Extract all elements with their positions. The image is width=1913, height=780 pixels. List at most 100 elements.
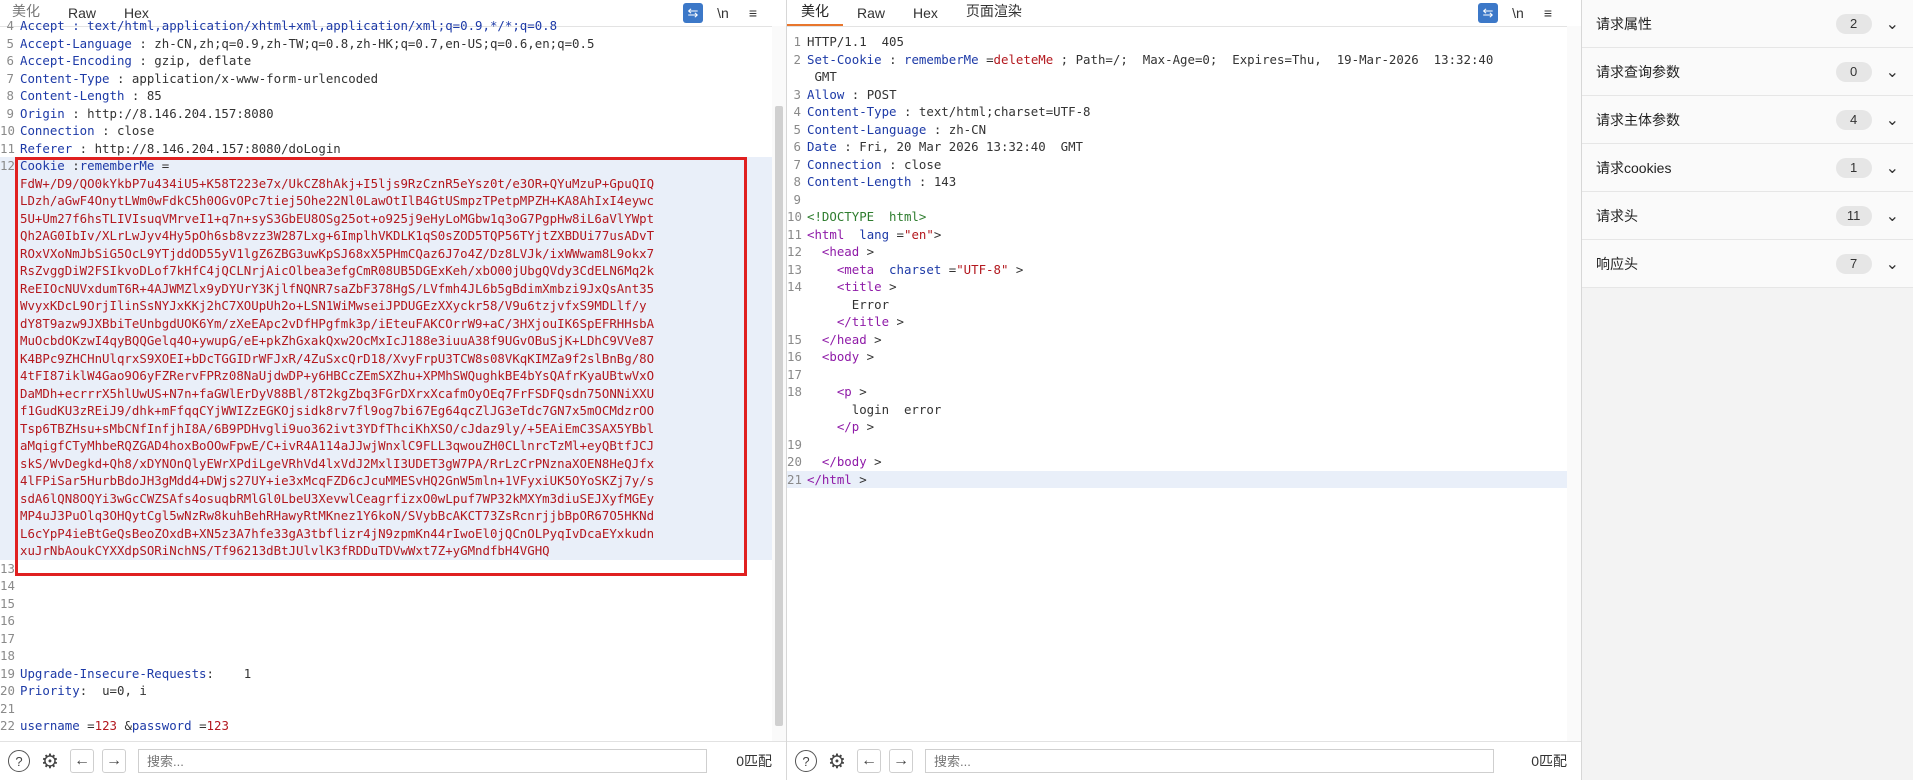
- code-token: Content-Type: [807, 104, 897, 119]
- line-number: 11: [787, 226, 802, 242]
- line-number: [0, 175, 20, 193]
- code-line: 12 Cookie :rememberMe =: [0, 157, 786, 175]
- code-token: Date: [807, 139, 837, 154]
- line-number: [0, 455, 20, 473]
- code-token: : close: [881, 156, 942, 172]
- code-token: <title: [807, 279, 882, 294]
- chevron-down-icon[interactable]: ⌄: [1886, 158, 1899, 178]
- help-icon[interactable]: ?: [8, 750, 30, 772]
- code-token: : 143: [911, 174, 957, 189]
- code-token: >: [889, 314, 904, 329]
- prev-arrow-icon[interactable]: ←: [70, 749, 94, 773]
- line-number: 16: [787, 349, 802, 364]
- code-token: &: [117, 718, 132, 733]
- code-line: 17: [787, 366, 1567, 384]
- line-number: 10: [0, 123, 15, 138]
- code-line: 4tFI87iklW4Gao9O6yFZRervFPRz08NaUjdwDP+y…: [0, 367, 786, 385]
- line-number: 17: [787, 366, 802, 382]
- line-number: 4: [793, 104, 801, 119]
- line-text: Accept : text/html,application/xhtml+xml…: [20, 17, 786, 35]
- response-scrollbar[interactable]: [1567, 26, 1581, 742]
- code-token: ; Path=/; Max-Age=0; Expires=Thu, 19-Mar…: [1053, 51, 1494, 67]
- newline-icon[interactable]: \n: [1508, 3, 1528, 23]
- line-text: <p >: [807, 383, 1567, 401]
- code-line: xuJrNbAoukCYXXdpSORiNchNS/Tf96213dBtJUlv…: [0, 542, 786, 560]
- wrap-icon[interactable]: ⇆: [1478, 3, 1498, 23]
- chevron-down-icon[interactable]: ⌄: [1886, 206, 1899, 226]
- line-text: [20, 577, 786, 595]
- line-text: Error: [807, 296, 1567, 314]
- line-number: 7: [6, 70, 14, 86]
- menu-icon[interactable]: ≡: [1538, 3, 1558, 23]
- line-number: [0, 402, 20, 420]
- inspector-row-count: 2: [1835, 13, 1872, 34]
- code-line: L6cYpP4ieBtGeQsBeoZOxdB+XN5z3A7hfe33gA3t…: [0, 524, 786, 542]
- line-text: aMqigfCTyMhbeRQZGAD4hoxBoOOwFpwE/C+ivR4A…: [20, 437, 786, 455]
- line-text: FdW+/D9/QO0kYkbP7u434iU5+K58T223e7x/UkCZ…: [20, 175, 786, 193]
- inspector-list: 请求属性 2 ⌄ 请求查询参数 0 ⌄ 请求主体参数 4 ⌄ 请求cookies 1 ⌄ 请求头 11 ⌄ 响…: [1582, 0, 1913, 288]
- line-text: [20, 612, 786, 630]
- inspector-row[interactable]: 请求cookies 1 ⌄: [1582, 144, 1913, 192]
- line-text: [20, 700, 786, 718]
- inspector-row[interactable]: 请求头 11 ⌄: [1582, 192, 1913, 240]
- line-number: 21: [0, 700, 15, 716]
- inspector-row[interactable]: 请求主体参数 4 ⌄: [1582, 96, 1913, 144]
- response-editor[interactable]: 1 HTTP/1.1 405 2 Set-Cookie : rememberMe =d…: [787, 33, 1567, 742]
- code-token: <html: [807, 226, 845, 242]
- request-match-count: 0匹配: [736, 753, 772, 769]
- line-number: 13: [787, 261, 802, 277]
- line-text: </body >: [807, 453, 1567, 471]
- inspector-row-label: 响应头: [1596, 255, 1638, 272]
- code-token: >: [859, 244, 875, 259]
- code-line: 4 Content-Type : text/html;charset=UTF-8: [787, 103, 1567, 121]
- line-number: 9: [793, 191, 801, 207]
- code-token: :: [64, 158, 80, 173]
- help-icon[interactable]: ?: [795, 750, 817, 772]
- code-token: Upgrade-Insecure-Requests: [20, 665, 207, 681]
- code-line: Tsp6TBZHsu+sMbCNfInfjhI8A/6B9PDHvgli9uo3…: [0, 419, 786, 437]
- line-number: [0, 542, 20, 560]
- inspector-row[interactable]: 请求属性 2 ⌄: [1582, 0, 1913, 48]
- line-text: username =123 &password =123: [20, 717, 786, 735]
- request-scrollbar[interactable]: [772, 26, 786, 742]
- next-arrow-icon[interactable]: →: [102, 749, 126, 773]
- code-line: aMqigfCTyMhbeRQZGAD4hoxBoOOwFpwE/C+ivR4A…: [0, 437, 786, 455]
- chevron-down-icon[interactable]: ⌄: [1886, 110, 1899, 130]
- line-text: Connection : close: [807, 156, 1567, 174]
- request-search-input[interactable]: [138, 749, 707, 773]
- code-line: 13 <meta charset ="UTF-8" >: [787, 261, 1567, 279]
- response-tab-hex[interactable]: Hex: [899, 5, 952, 26]
- line-number: 19: [0, 665, 15, 681]
- line-number: [787, 401, 807, 419]
- chevron-down-icon[interactable]: ⌄: [1886, 254, 1899, 274]
- line-text: Accept-Encoding : gzip, deflate: [20, 52, 786, 70]
- code-token: Origin: [20, 105, 65, 121]
- line-number: 14: [0, 578, 15, 593]
- code-token: Error: [807, 296, 890, 312]
- inspector-row[interactable]: 响应头 7 ⌄: [1582, 240, 1913, 288]
- chevron-down-icon[interactable]: ⌄: [1886, 14, 1899, 34]
- code-token: Allow: [807, 86, 845, 102]
- prev-arrow-icon[interactable]: ←: [857, 749, 881, 773]
- line-number: 7: [793, 156, 801, 172]
- code-token: >: [881, 279, 897, 294]
- request-scroll-thumb[interactable]: [775, 106, 783, 726]
- code-token: </body: [807, 454, 867, 469]
- response-tab-pretty[interactable]: 美化: [787, 1, 843, 26]
- request-editor[interactable]: 4 Accept : text/html,application/xhtml+xm…: [0, 17, 786, 742]
- code-token: Accept-Encoding: [20, 53, 132, 68]
- line-number: [0, 297, 20, 315]
- settings-icon[interactable]: ⚙: [825, 749, 849, 773]
- line-text: Allow : POST: [807, 86, 1567, 104]
- response-tab-render[interactable]: 页面渲染: [952, 1, 1036, 26]
- code-line: 4 Accept : text/html,application/xhtml+xm…: [0, 17, 786, 35]
- next-arrow-icon[interactable]: →: [889, 749, 913, 773]
- chevron-down-icon[interactable]: ⌄: [1886, 62, 1899, 82]
- code-line: 4lFPiSar5HurbBdoJH3gMdd4+DWjs27UY+ie3xMc…: [0, 472, 786, 490]
- response-tab-raw[interactable]: Raw: [843, 5, 899, 26]
- response-search-input[interactable]: [925, 749, 1494, 773]
- settings-icon[interactable]: ⚙: [38, 749, 62, 773]
- code-token: Connection: [807, 156, 882, 172]
- inspector-row[interactable]: 请求查询参数 0 ⌄: [1582, 48, 1913, 96]
- code-line: 15: [0, 595, 786, 613]
